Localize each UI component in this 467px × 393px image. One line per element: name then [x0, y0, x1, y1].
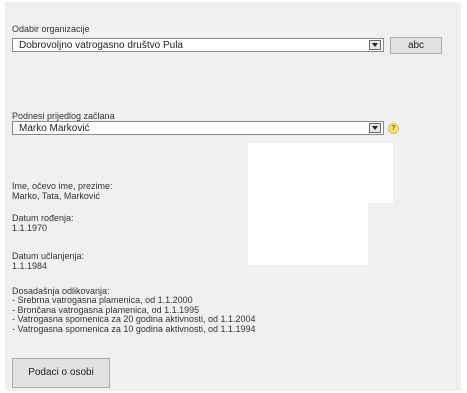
- award-item: - Vatrogasna spomenica za 10 godina akti…: [12, 323, 256, 334]
- chevron-down-icon[interactable]: [369, 40, 381, 50]
- birth-value: 1.1.1970: [12, 223, 48, 233]
- proposer-select-value: Marko Marković: [19, 123, 90, 134]
- blank-area-2: [248, 203, 368, 265]
- person-details-button[interactable]: Podaci o osobi: [12, 358, 110, 388]
- organization-select-value: Dobrovoljno vatrogasno društvo Pula: [19, 40, 183, 51]
- blank-area-1: [248, 143, 393, 203]
- name-label: Ime, očevo ime, prezime:: [12, 181, 113, 191]
- birth-block: Datum rođenja: 1.1.1970: [12, 213, 74, 233]
- question-icon[interactable]: ?: [388, 123, 399, 134]
- proposer-select[interactable]: Marko Marković: [12, 121, 384, 135]
- join-value: 1.1.1984: [12, 261, 48, 271]
- birth-label: Datum rođenja:: [12, 213, 74, 223]
- join-block: Datum učlanjenja: 1.1.1984: [12, 251, 84, 271]
- proposer-label: Podnesi prijedlog začlana: [12, 111, 115, 121]
- join-label: Datum učlanjenja:: [12, 251, 85, 261]
- awards-block: Dosadašnja odlikovanja: - Srebrna vatrog…: [12, 286, 256, 334]
- name-value: Marko, Tata, Marković: [12, 191, 100, 201]
- chevron-down-icon[interactable]: [369, 123, 381, 133]
- awards-list: - Srebrna vatrogasna plamenica, od 1.1.2…: [12, 295, 256, 334]
- organization-select[interactable]: Dobrovoljno vatrogasno društvo Pula: [12, 38, 384, 52]
- organization-label: Odabir organizacije: [12, 24, 90, 34]
- abc-button[interactable]: abc: [390, 37, 442, 54]
- name-block: Ime, očevo ime, prezime: Marko, Tata, Ma…: [12, 181, 113, 201]
